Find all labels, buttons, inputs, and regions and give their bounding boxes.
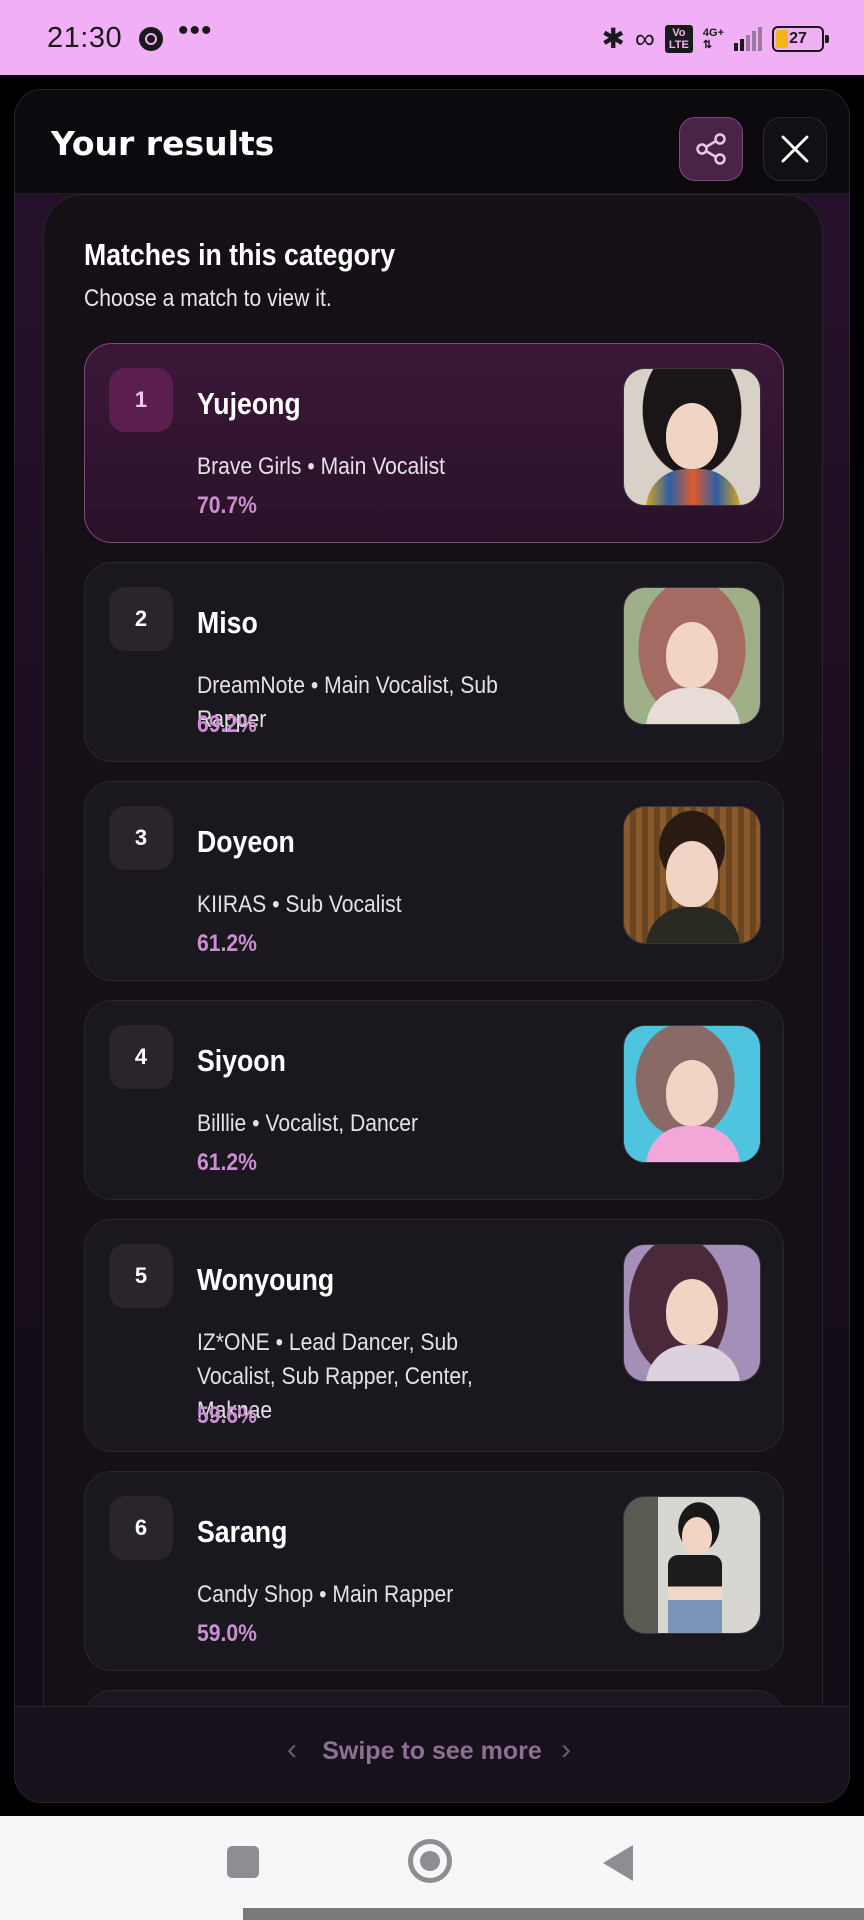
chevron-right-icon[interactable]: ›: [561, 1733, 571, 1767]
match-percent: 70.7%: [197, 492, 257, 519]
avatar: [623, 368, 761, 506]
match-percent: 61.2%: [197, 930, 257, 957]
navigation-bar: [0, 1816, 864, 1920]
link-icon: ∞: [634, 23, 655, 54]
rank-badge: 1: [109, 368, 173, 432]
match-detail: KIIRAS • Sub Vocalist: [197, 891, 402, 918]
rank-badge: 3: [109, 806, 173, 870]
match-percent: 61.2%: [197, 1149, 257, 1176]
avatar: [623, 1496, 761, 1634]
avatar: [623, 587, 761, 725]
swipe-hint: Swipe to see more: [322, 1737, 542, 1765]
panel-title: Matches in this category: [84, 237, 396, 272]
avatar: [623, 806, 761, 944]
match-card[interactable]: 3 Doyeon KIIRAS • Sub Vocalist 61.2%: [84, 781, 784, 981]
system-icons: ✱ ∞ Vo LTE 4G+ ⇅ 27: [601, 23, 829, 54]
network-type: 4G+ ⇅: [703, 27, 724, 51]
volte-icon: Vo LTE: [664, 25, 693, 53]
match-card[interactable]: 5 Wonyoung IZ*ONE • Lead Dancer, Sub Voc…: [84, 1219, 784, 1452]
match-card[interactable]: 2 Miso DreamNote • Main Vocalist, Sub Ra…: [84, 562, 784, 762]
more-notifications-icon: •••: [178, 14, 213, 47]
match-detail: Billlie • Vocalist, Dancer: [197, 1110, 419, 1137]
home-button[interactable]: [408, 1839, 452, 1883]
match-name: Sarang: [197, 1514, 288, 1549]
battery-level: 27: [789, 30, 807, 47]
back-button[interactable]: [603, 1845, 633, 1881]
avatar: [623, 1025, 761, 1163]
recents-button[interactable]: [227, 1846, 259, 1878]
match-name: Miso: [197, 605, 258, 640]
match-detail: Candy Shop • Main Rapper: [197, 1581, 454, 1608]
match-card[interactable]: 1 Yujeong Brave Girls • Main Vocalist 70…: [84, 343, 784, 543]
sheet-header: Your results: [15, 90, 849, 194]
status-time: 21:30: [47, 22, 123, 54]
share-icon: [696, 133, 726, 165]
match-detail: Brave Girls • Main Vocalist: [197, 453, 446, 480]
panel-subtitle: Choose a match to view it.: [84, 285, 332, 312]
battery-icon: 27: [772, 26, 829, 52]
rank-badge: 2: [109, 587, 173, 651]
match-name: Siyoon: [197, 1043, 286, 1078]
page-title: Your results: [51, 124, 275, 163]
match-name: Wonyoung: [197, 1262, 335, 1297]
match-card[interactable]: 4 Siyoon Billlie • Vocalist, Dancer 61.2…: [84, 1000, 784, 1200]
rank-badge: 5: [109, 1244, 173, 1308]
match-name: Yujeong: [197, 386, 301, 421]
sheet-footer: ‹ Swipe to see more ›: [15, 1706, 849, 1802]
match-name: Doyeon: [197, 824, 295, 859]
gesture-bar: [243, 1908, 864, 1920]
results-scroll-area[interactable]: Matches in this category Choose a match …: [15, 194, 849, 1710]
avatar: [623, 1244, 761, 1382]
match-percent: 59.6%: [197, 1402, 257, 1429]
matches-panel: Matches in this category Choose a match …: [43, 194, 823, 1710]
bluetooth-icon: ✱: [601, 23, 625, 54]
signal-strength-icon: [734, 27, 762, 51]
chrome-icon: [139, 27, 163, 51]
match-percent: 59.0%: [197, 1620, 257, 1647]
close-button[interactable]: [763, 117, 827, 181]
rank-badge: 4: [109, 1025, 173, 1089]
network-label: 4G+: [702, 27, 724, 39]
share-button[interactable]: [679, 117, 743, 181]
data-arrows-icon: ⇅: [702, 39, 713, 51]
match-percent: 69.2%: [197, 711, 257, 738]
results-sheet: Your results Matches in this category Ch…: [14, 89, 850, 1803]
close-icon: [781, 135, 809, 163]
rank-badge: 6: [109, 1496, 173, 1560]
status-bar: 21:30 ••• ✱ ∞ Vo LTE 4G+ ⇅ 27: [0, 0, 864, 75]
match-card[interactable]: 6 Sarang Candy Shop • Main Rapper 59.0%: [84, 1471, 784, 1671]
